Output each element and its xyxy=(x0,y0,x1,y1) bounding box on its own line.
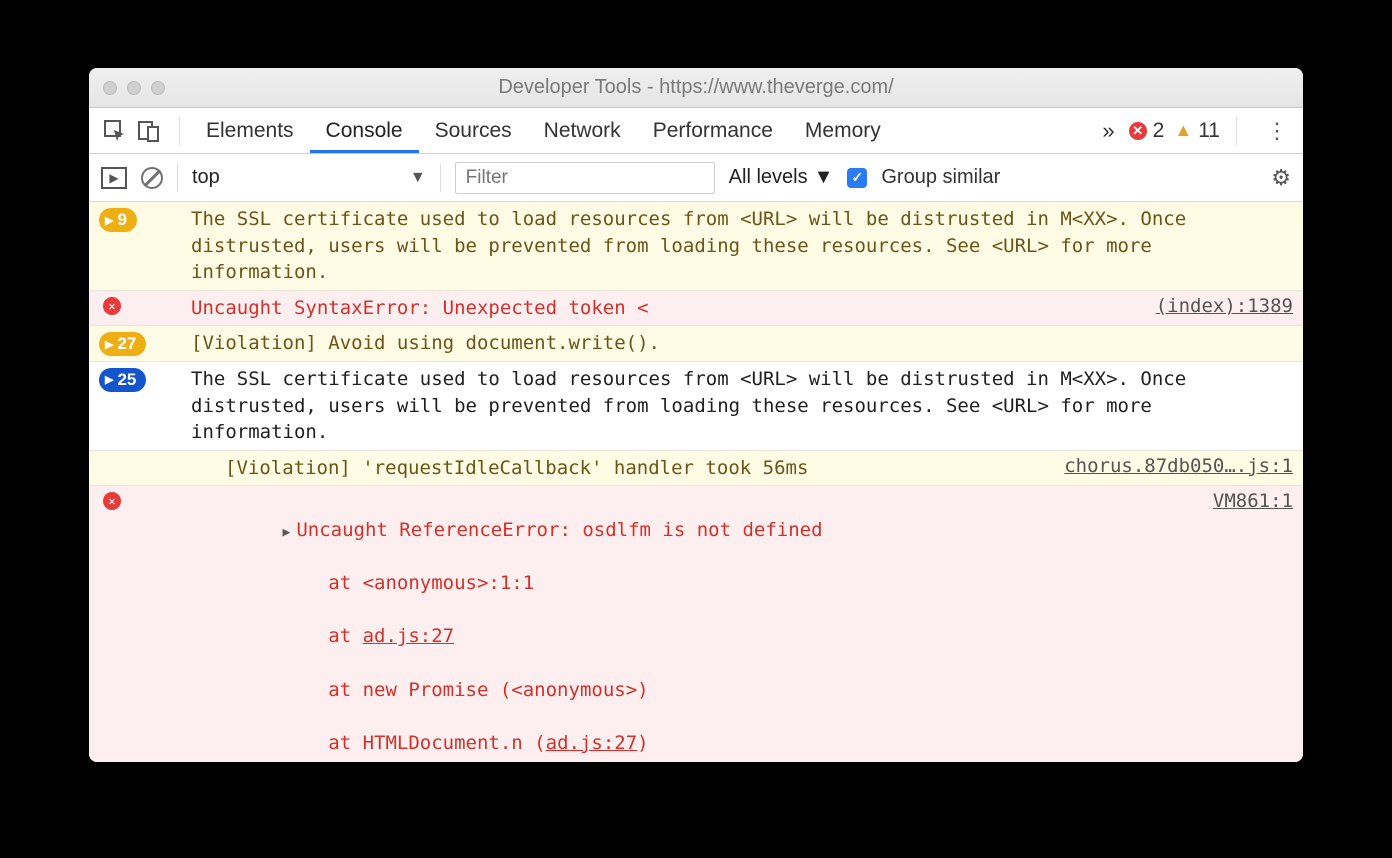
error-icon: ✕ xyxy=(103,297,121,315)
expand-icon[interactable]: ▶ xyxy=(283,524,291,542)
group-count-pill[interactable]: ▶ 25 xyxy=(99,368,146,392)
tab-elements[interactable]: Elements xyxy=(190,109,310,153)
error-badge-icon[interactable]: ✕ xyxy=(1129,122,1147,140)
source-link[interactable]: chorus.87db050….js:1 xyxy=(1064,455,1293,477)
log-message: The SSL certificate used to load resourc… xyxy=(191,206,1293,286)
log-message: ▶ Uncaught ReferenceError: osdlfm is not … xyxy=(191,490,1189,762)
log-row[interactable]: ▶ 25 The SSL certificate used to load res… xyxy=(89,362,1303,451)
titlebar: Developer Tools - https://www.theverge.c… xyxy=(89,68,1303,108)
tab-memory[interactable]: Memory xyxy=(789,109,897,153)
stack-link[interactable]: ad.js:27 xyxy=(363,625,455,647)
console-toolbar: ▶ top ▼ All levels ▼ ✓ Group similar ⚙ xyxy=(89,154,1303,202)
log-row[interactable]: [Violation] 'requestIdleCallback' handle… xyxy=(89,451,1303,487)
minimize-window-button[interactable] xyxy=(127,81,141,95)
log-row[interactable]: ✕ ▶ Uncaught ReferenceError: osdlfm is no… xyxy=(89,486,1303,762)
source-link[interactable]: VM861:1 xyxy=(1213,490,1293,512)
error-icon: ✕ xyxy=(103,492,121,510)
log-row[interactable]: ✕ Uncaught SyntaxError: Unexpected token… xyxy=(89,291,1303,327)
count: 25 xyxy=(117,370,136,390)
tabbar-right: » ✕ 2 ▲ 11 ⋮ xyxy=(1094,117,1291,145)
group-count-pill[interactable]: ▶9 xyxy=(99,208,137,232)
stack-link[interactable]: ad.js:27 xyxy=(546,732,638,754)
tab-performance[interactable]: Performance xyxy=(637,109,789,153)
inspect-element-icon[interactable] xyxy=(101,117,129,145)
count: 9 xyxy=(117,210,126,230)
stack-frame: at HTMLDocument.n ( xyxy=(328,732,545,754)
separator xyxy=(179,117,180,145)
settings-gear-icon[interactable]: ⚙ xyxy=(1271,165,1291,191)
tab-sources[interactable]: Sources xyxy=(419,109,528,153)
group-similar-checkbox[interactable]: ✓ xyxy=(847,168,867,188)
error-text: Uncaught ReferenceError: osdlfm is not d… xyxy=(296,519,822,541)
more-tabs-icon[interactable]: » xyxy=(1102,118,1114,144)
console-log[interactable]: ▶9 The SSL certificate used to load reso… xyxy=(89,202,1303,762)
separator xyxy=(440,164,441,192)
group-similar-label: Group similar xyxy=(881,166,1000,189)
log-row[interactable]: ▶9 The SSL certificate used to load reso… xyxy=(89,202,1303,291)
context-label: top xyxy=(192,166,220,189)
device-toolbar-icon[interactable] xyxy=(135,117,163,145)
clear-console-icon[interactable] xyxy=(141,167,163,189)
toggle-sidebar-icon[interactable]: ▶ xyxy=(101,167,127,189)
stack-frame: at xyxy=(328,625,362,647)
separator xyxy=(1236,117,1237,145)
stack-frame: ) xyxy=(637,732,648,754)
log-levels-select[interactable]: All levels ▼ xyxy=(729,166,834,189)
expand-icon: ▶ xyxy=(105,338,113,351)
tab-network[interactable]: Network xyxy=(528,109,637,153)
close-window-button[interactable] xyxy=(103,81,117,95)
log-row[interactable]: ▶ 27 [Violation] Avoid using document.wri… xyxy=(89,326,1303,362)
expand-icon: ▶ xyxy=(105,214,113,227)
source-link[interactable]: (index):1389 xyxy=(1156,295,1293,317)
filter-input[interactable] xyxy=(455,162,715,194)
count: 27 xyxy=(117,334,136,354)
chevron-down-icon: ▼ xyxy=(814,166,834,189)
log-message: The SSL certificate used to load resourc… xyxy=(191,366,1293,446)
log-message: Uncaught SyntaxError: Unexpected token < xyxy=(191,295,1132,322)
expand-icon: ▶ xyxy=(105,373,113,386)
window-title: Developer Tools - https://www.theverge.c… xyxy=(89,76,1303,99)
log-message: [Violation] Avoid using document.write()… xyxy=(191,330,1293,357)
zoom-window-button[interactable] xyxy=(151,81,165,95)
error-count[interactable]: 2 xyxy=(1153,119,1165,143)
panel-tabbar: Elements Console Sources Network Perform… xyxy=(89,108,1303,154)
warning-count[interactable]: 11 xyxy=(1198,119,1220,143)
kebab-menu-icon[interactable]: ⋮ xyxy=(1263,118,1291,144)
group-count-pill[interactable]: ▶ 27 xyxy=(99,332,146,356)
devtools-window: Developer Tools - https://www.theverge.c… xyxy=(89,68,1303,762)
chevron-down-icon: ▼ xyxy=(410,169,426,187)
log-message: [Violation] 'requestIdleCallback' handle… xyxy=(191,455,1040,482)
traffic-lights xyxy=(103,81,165,95)
execution-context-select[interactable]: top ▼ xyxy=(192,166,426,189)
warning-badge-icon[interactable]: ▲ xyxy=(1174,120,1192,141)
stack-frame: at <anonymous>:1:1 xyxy=(328,572,534,594)
stack-frame: at new Promise (<anonymous>) xyxy=(328,679,648,701)
tab-console[interactable]: Console xyxy=(310,109,419,153)
separator xyxy=(177,164,178,192)
levels-label: All levels xyxy=(729,166,808,189)
